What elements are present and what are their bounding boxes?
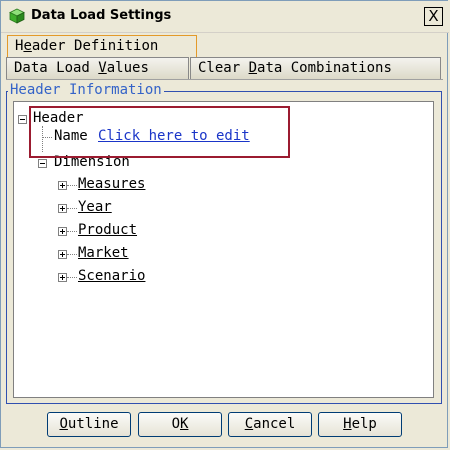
tab-label-part: Data Load: [14, 60, 99, 76]
outline-button[interactable]: Outline: [47, 412, 131, 437]
dimension-year[interactable]: Year: [78, 199, 112, 215]
button-label-part: elp: [351, 416, 377, 432]
ok-button[interactable]: OK: [138, 412, 222, 437]
name-value-link[interactable]: Click here to edit: [98, 128, 250, 144]
title-bar[interactable]: Data Load Settings X: [1, 1, 449, 33]
tab-header-definition[interactable]: Header Definition: [7, 35, 197, 57]
tree-connector: [67, 185, 77, 186]
tree-root-header[interactable]: Header: [33, 110, 84, 126]
tab-label-part: Clear: [198, 60, 249, 76]
dimension-measures[interactable]: Measures: [78, 176, 145, 192]
dimension-market[interactable]: Market: [78, 245, 129, 261]
tree-connector: [67, 254, 77, 255]
name-label: Name: [54, 128, 88, 144]
tab-label-part: ader Definition: [31, 38, 159, 54]
expand-icon[interactable]: [58, 204, 67, 213]
button-label-part: O: [171, 416, 180, 432]
button-label-part: ancel: [253, 416, 296, 432]
expand-icon[interactable]: [58, 181, 67, 190]
tree-connector: [67, 231, 77, 232]
tab-label-part: alues: [106, 60, 149, 76]
help-button[interactable]: Help: [318, 412, 402, 437]
close-icon: X: [428, 7, 439, 25]
cube-icon: [9, 8, 25, 24]
tree-node-dimension[interactable]: Dimension: [54, 154, 130, 170]
tree-connector: [67, 208, 77, 209]
expand-icon[interactable]: [58, 273, 67, 282]
tab-clear-data-combinations[interactable]: Clear Data Combinations: [190, 57, 441, 79]
tab-mnemonic: e: [23, 38, 32, 54]
tab-label-part: ata Combinations: [257, 60, 392, 76]
group-title: Header Information: [8, 82, 164, 98]
tree-connector: [67, 277, 77, 278]
tree-connector: [42, 137, 52, 138]
dimension-product[interactable]: Product: [78, 222, 137, 238]
tree-connector: [42, 126, 43, 152]
data-load-settings-dialog: Data Load Settings X Header Definition D…: [0, 0, 449, 448]
expand-icon[interactable]: [58, 227, 67, 236]
tab-data-load-values[interactable]: Data Load Values: [6, 57, 189, 79]
button-mnemonic: K: [180, 416, 189, 432]
button-label-part: utline: [67, 416, 119, 432]
window-title: Data Load Settings: [31, 8, 172, 23]
header-tree[interactable]: Header Name Click here to edit Dimension…: [13, 101, 434, 398]
header-information-group: Header Information Header Name Click her…: [6, 82, 442, 404]
collapse-icon[interactable]: [18, 115, 27, 124]
tab-divider: [6, 79, 443, 80]
close-button[interactable]: X: [424, 7, 443, 26]
cancel-button[interactable]: Cancel: [228, 412, 312, 437]
collapse-icon[interactable]: [38, 159, 47, 168]
tab-mnemonic: V: [98, 60, 107, 76]
button-mnemonic: C: [244, 416, 254, 432]
tab-mnemonic: D: [248, 60, 258, 76]
button-mnemonic: O: [59, 416, 68, 432]
button-mnemonic: H: [343, 416, 352, 432]
expand-icon[interactable]: [58, 250, 67, 259]
dimension-scenario[interactable]: Scenario: [78, 268, 145, 284]
